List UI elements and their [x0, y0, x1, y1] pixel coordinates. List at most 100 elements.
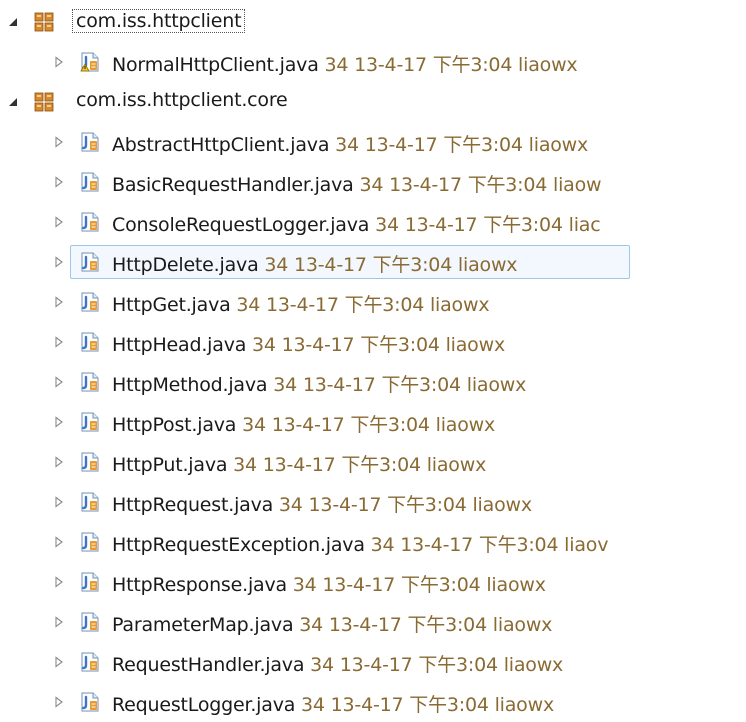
- revision: 34: [233, 454, 257, 476]
- file-row[interactable]: HttpGet.java 34 13-4-17 下午3:04 liaowx: [0, 282, 746, 322]
- java-file-icon: [80, 492, 100, 512]
- revision: 34: [370, 534, 395, 556]
- file-name: HttpPut.java: [112, 454, 228, 476]
- revision: 34: [273, 374, 297, 396]
- date: 13-4-17: [308, 494, 382, 516]
- time: 下午3:04: [344, 294, 425, 316]
- collapsed-triangle-icon[interactable]: [52, 55, 66, 69]
- java-file-icon: [80, 132, 100, 152]
- file-row[interactable]: ConsoleRequestLogger.java 34 13-4-17 下午3…: [0, 202, 746, 242]
- collapsed-triangle-icon[interactable]: [52, 295, 66, 309]
- collapsed-triangle-icon[interactable]: [52, 695, 66, 709]
- file-name: HttpGet.java: [112, 294, 231, 316]
- collapsed-triangle-icon[interactable]: [52, 455, 66, 469]
- date: 13-4-17: [302, 374, 376, 396]
- file-name: ParameterMap.java: [112, 614, 294, 636]
- file-row[interactable]: BasicRequestHandler.java 34 13-4-17 下午3:…: [0, 162, 746, 202]
- file-label: BasicRequestHandler.java 34 13-4-17 下午3:…: [112, 170, 602, 197]
- file-label: RequestHandler.java 34 13-4-17 下午3:04 li…: [112, 650, 563, 677]
- revision: 34: [335, 134, 359, 156]
- file-name: RequestLogger.java: [112, 694, 296, 716]
- file-label: HttpHead.java 34 13-4-17 下午3:04 liaowx: [112, 330, 505, 357]
- file-label: HttpDelete.java 34 13-4-17 下午3:04 liaowx: [112, 250, 518, 277]
- file-row[interactable]: NormalHttpClient.java 34 13-4-17 下午3:04 …: [0, 42, 746, 82]
- file-row[interactable]: RequestHandler.java 34 13-4-17 下午3:04 li…: [0, 642, 746, 682]
- time: 下午3:04: [483, 214, 563, 236]
- file-row[interactable]: HttpDelete.java 34 13-4-17 下午3:04 liaowx: [0, 242, 746, 282]
- time: 下午3:04: [443, 134, 523, 156]
- file-name: HttpDelete.java: [112, 254, 259, 276]
- collapsed-triangle-icon[interactable]: [52, 535, 66, 549]
- collapsed-triangle-icon[interactable]: [52, 135, 66, 149]
- file-row[interactable]: HttpMethod.java 34 13-4-17 下午3:04 liaowx: [0, 362, 746, 402]
- collapsed-triangle-icon[interactable]: [52, 335, 66, 349]
- time: 下午3:04: [341, 454, 421, 476]
- collapsed-triangle-icon[interactable]: [52, 175, 66, 189]
- date: 13-4-17: [281, 334, 355, 356]
- expanded-triangle-icon[interactable]: [6, 15, 20, 29]
- time: 下午3:04: [418, 654, 498, 676]
- java-file-icon: [80, 212, 100, 232]
- author: liaowx: [435, 414, 496, 436]
- collapsed-triangle-icon[interactable]: [52, 375, 66, 389]
- file-row[interactable]: HttpRequestException.java 34 13-4-17 下午3…: [0, 522, 746, 562]
- file-row[interactable]: ParameterMap.java 34 13-4-17 下午3:04 liao…: [0, 602, 746, 642]
- author: liaowx: [426, 454, 487, 476]
- date: 13-4-17: [404, 214, 478, 236]
- date: 13-4-17: [266, 294, 339, 316]
- file-row[interactable]: HttpPut.java 34 13-4-17 下午3:04 liaowx: [0, 442, 746, 482]
- file-name: RequestHandler.java: [112, 654, 305, 676]
- file-label: HttpRequestException.java 34 13-4-17 下午3…: [112, 530, 608, 557]
- file-name: HttpPost.java: [112, 414, 237, 436]
- time: 下午3:04: [432, 54, 513, 76]
- collapsed-triangle-icon[interactable]: [52, 575, 66, 589]
- collapsed-triangle-icon[interactable]: [52, 495, 66, 509]
- author: liaowx: [429, 294, 490, 316]
- date: 13-4-17: [364, 134, 438, 156]
- date: 13-4-17: [322, 574, 396, 596]
- date: 13-4-17: [294, 254, 367, 276]
- collapsed-triangle-icon[interactable]: [52, 615, 66, 629]
- java-file-icon: [80, 612, 100, 632]
- revision: 34: [242, 414, 266, 436]
- file-label: HttpRequest.java 34 13-4-17 下午3:04 liaow…: [112, 490, 532, 517]
- package-row[interactable]: com.iss.httpclient.core: [0, 82, 746, 122]
- revision: 34: [359, 174, 384, 196]
- file-name: NormalHttpClient.java: [112, 54, 319, 76]
- collapsed-triangle-icon[interactable]: [52, 415, 66, 429]
- file-row[interactable]: RequestLogger.java 34 13-4-17 下午3:04 lia…: [0, 682, 746, 722]
- collapsed-triangle-icon[interactable]: [52, 655, 66, 669]
- package-icon: [34, 92, 54, 112]
- package-icon: [34, 12, 54, 32]
- author: liaowx: [445, 334, 506, 356]
- java-file-icon: [80, 532, 100, 552]
- collapsed-triangle-icon[interactable]: [52, 255, 66, 269]
- file-label: NormalHttpClient.java 34 13-4-17 下午3:04 …: [112, 50, 578, 77]
- date: 13-4-17: [328, 614, 402, 636]
- revision: 34: [375, 214, 399, 236]
- file-row[interactable]: HttpHead.java 34 13-4-17 下午3:04 liaowx: [0, 322, 746, 362]
- file-row[interactable]: HttpRequest.java 34 13-4-17 下午3:04 liaow…: [0, 482, 746, 522]
- collapsed-triangle-icon[interactable]: [52, 215, 66, 229]
- file-label: HttpResponse.java 34 13-4-17 下午3:04 liao…: [112, 570, 546, 597]
- time: 下午3:04: [360, 334, 440, 356]
- revision: 34: [236, 294, 261, 316]
- file-row[interactable]: HttpResponse.java 34 13-4-17 下午3:04 liao…: [0, 562, 746, 602]
- file-name: AbstractHttpClient.java: [112, 134, 330, 156]
- file-name: HttpHead.java: [112, 334, 247, 356]
- date: 13-4-17: [339, 654, 413, 676]
- file-name: BasicRequestHandler.java: [112, 174, 354, 196]
- time: 下午3:04: [372, 254, 453, 276]
- expanded-triangle-icon[interactable]: [6, 95, 20, 109]
- author: liaowx: [457, 254, 518, 276]
- file-row[interactable]: HttpPost.java 34 13-4-17 下午3:04 liaowx: [0, 402, 746, 442]
- file-label: ConsoleRequestLogger.java 34 13-4-17 下午3…: [112, 210, 601, 237]
- time: 下午3:04: [350, 414, 430, 436]
- file-row[interactable]: AbstractHttpClient.java 34 13-4-17 下午3:0…: [0, 122, 746, 162]
- revision: 34: [324, 54, 349, 76]
- author: liaowx: [503, 654, 564, 676]
- date: 13-4-17: [354, 54, 427, 76]
- package-row[interactable]: com.iss.httpclient: [0, 2, 746, 42]
- revision: 34: [264, 254, 289, 276]
- time: 下午3:04: [478, 534, 559, 556]
